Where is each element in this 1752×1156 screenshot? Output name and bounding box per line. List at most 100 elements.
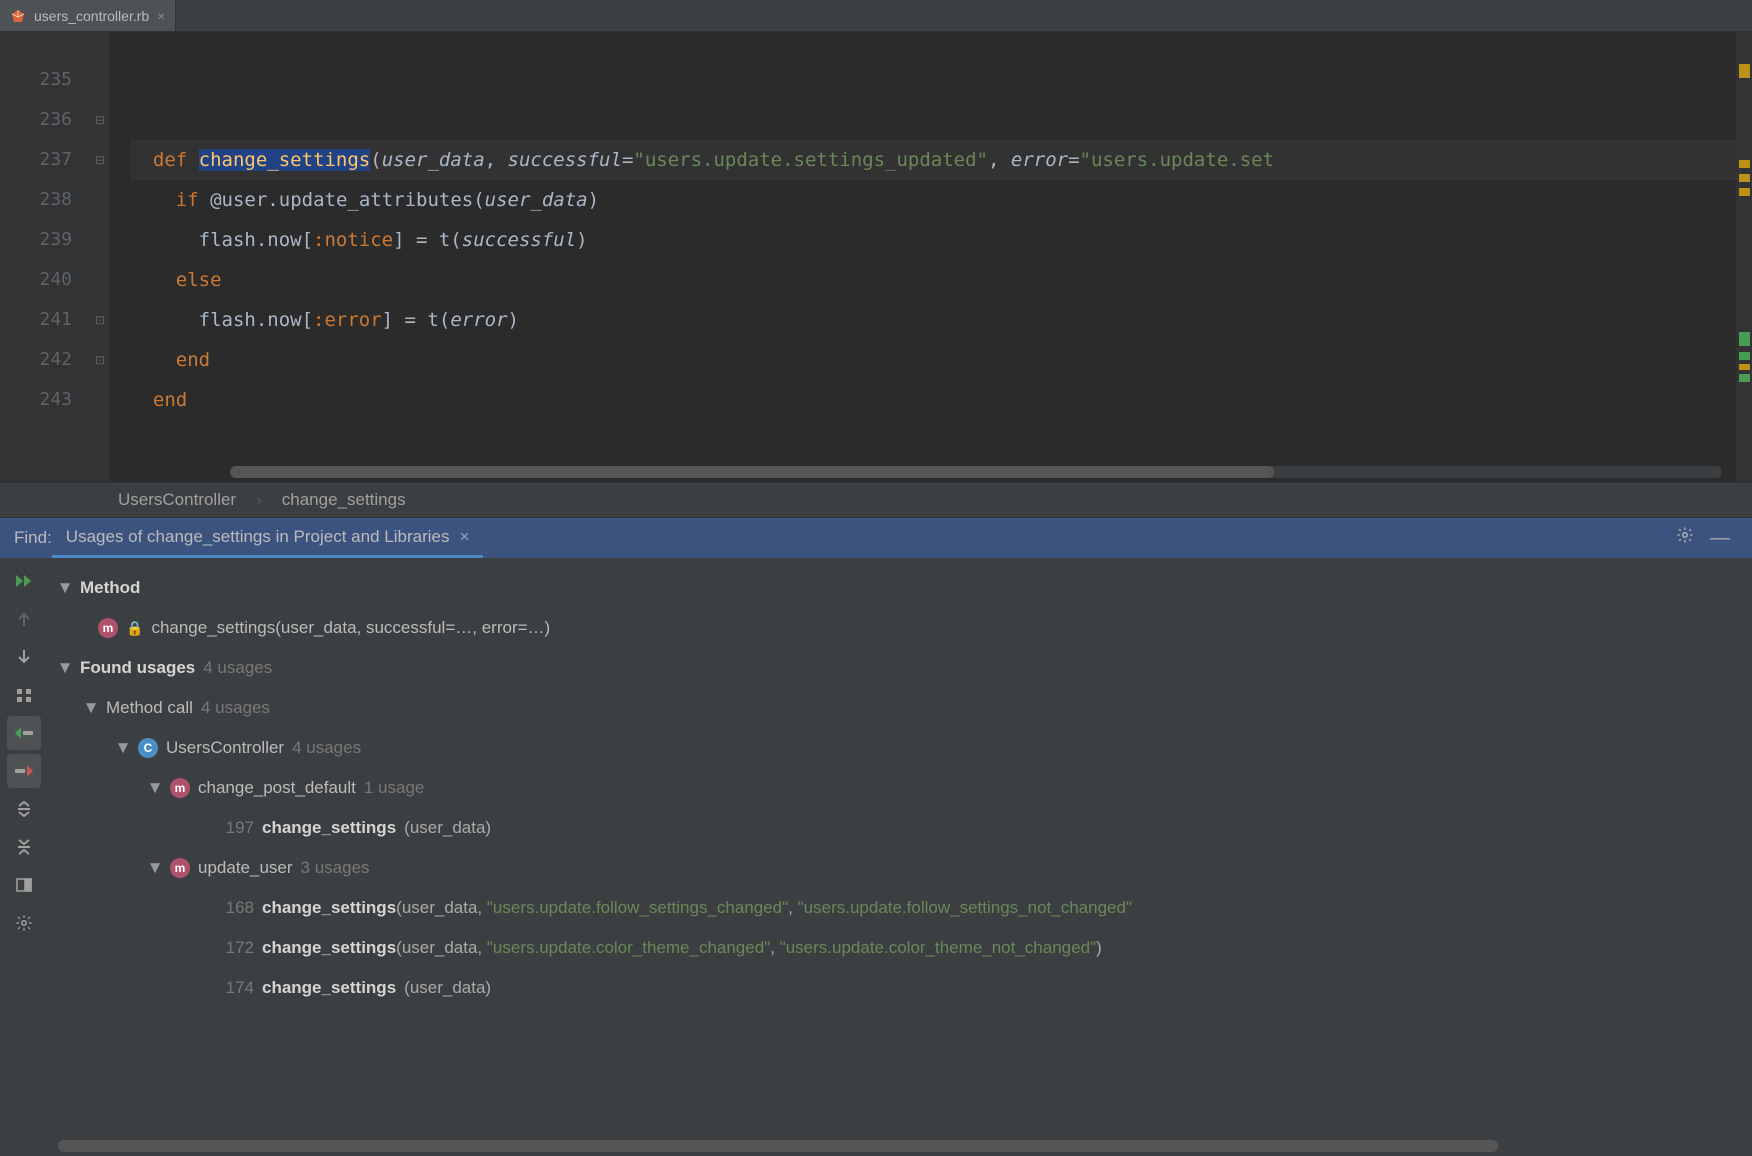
comma: ,	[485, 149, 508, 171]
kw-def: def	[153, 149, 199, 171]
chevron-down-icon[interactable]: ▼	[84, 688, 98, 728]
lock-icon: 🔒	[126, 608, 143, 648]
expand-all-button[interactable]	[7, 792, 41, 826]
warn-marker[interactable]	[1739, 64, 1750, 78]
usage-row[interactable]: 174 change_settings(user_data)	[58, 968, 1752, 1008]
ivar: @user	[210, 189, 267, 211]
fold-end-icon[interactable]: ⊡	[90, 300, 110, 340]
close-icon[interactable]: ×	[459, 527, 469, 547]
chevron-down-icon[interactable]: ▼	[116, 728, 130, 768]
tree-hscrollbar[interactable]	[48, 1140, 1742, 1152]
code-text: flash.now[	[199, 229, 313, 251]
ruby-file-icon	[10, 8, 26, 24]
prev-occurrence-button[interactable]	[7, 602, 41, 636]
controller-node[interactable]: UsersController	[166, 728, 284, 768]
rerun-button[interactable]	[7, 564, 41, 598]
chevron-right-icon: ›	[256, 490, 262, 510]
code-area[interactable]: def change_settings(user_data, successfu…	[110, 32, 1752, 482]
tree-method-header: Method	[80, 568, 140, 608]
usage-args: (user_data)	[404, 968, 491, 1008]
fold-open-icon[interactable]: ⊟	[90, 140, 110, 180]
tab-filename: users_controller.rb	[34, 8, 149, 24]
settings-button[interactable]	[7, 906, 41, 940]
line-gutter: 235 236 237 238 239 240 241 242 243	[0, 32, 90, 482]
gear-icon[interactable]	[1668, 526, 1702, 550]
editor-tab[interactable]: users_controller.rb ×	[0, 0, 176, 31]
fold-open-icon[interactable]: ⊟	[90, 100, 110, 140]
chevron-down-icon[interactable]: ▼	[58, 568, 72, 608]
chevron-down-icon[interactable]: ▼	[58, 648, 72, 688]
line-num: 241	[0, 300, 72, 340]
find-tab[interactable]: Usages of change_settings in Project and…	[52, 518, 484, 558]
method-signature[interactable]: change_settings(user_data, successful=…,…	[151, 608, 550, 648]
code-text: ] = t(	[382, 309, 451, 331]
minimize-icon[interactable]: —	[1702, 527, 1738, 550]
next-diff-button[interactable]	[7, 754, 41, 788]
line-number: 197	[214, 808, 254, 848]
code-editor[interactable]: 235 236 237 238 239 240 241 242 243 ⊟ ⊟ …	[0, 32, 1752, 482]
param: user_data	[382, 149, 485, 171]
param: successful	[508, 149, 622, 171]
line-num: 239	[0, 220, 72, 260]
usage-call: change_settings	[262, 938, 396, 957]
usage-count: 4 usages	[203, 648, 272, 688]
ok-marker[interactable]	[1739, 374, 1750, 382]
error-stripe[interactable]	[1736, 32, 1752, 482]
eq: =	[622, 149, 633, 171]
method-icon: m	[170, 858, 190, 878]
string: "users.update.color_theme_changed"	[487, 938, 770, 957]
method-node[interactable]: change_post_default	[198, 768, 356, 808]
string: "users.update.color_theme_not_changed"	[780, 938, 1096, 957]
usages-tree[interactable]: ▼ Method m 🔒 change_settings(user_data, …	[48, 558, 1752, 1156]
warn-marker[interactable]	[1739, 188, 1750, 196]
ok-marker[interactable]	[1739, 352, 1750, 360]
eq: =	[1068, 149, 1079, 171]
breadcrumb: UsersController › change_settings	[0, 482, 1752, 518]
fold-end-icon[interactable]: ⊡	[90, 340, 110, 380]
chevron-down-icon[interactable]: ▼	[148, 848, 162, 888]
chevron-down-icon[interactable]: ▼	[148, 768, 162, 808]
fold-column: ⊟ ⊟ ⊡ ⊡	[90, 32, 110, 482]
warn-marker[interactable]	[1739, 364, 1750, 370]
line-number: 174	[214, 968, 254, 1008]
preview-button[interactable]	[7, 868, 41, 902]
kw-else: else	[176, 269, 222, 291]
line-num: 242	[0, 340, 72, 380]
next-occurrence-button[interactable]	[7, 640, 41, 674]
code-text: ] = t(	[393, 229, 462, 251]
scrollbar-thumb[interactable]	[230, 466, 1274, 478]
usage-args: (user_data,	[396, 898, 487, 917]
comma: ,	[988, 149, 1011, 171]
group-button[interactable]	[7, 678, 41, 712]
find-tab-title: Usages of change_settings in Project and…	[66, 527, 450, 547]
method-call-node[interactable]: Method call	[106, 688, 193, 728]
usage-count: 3 usages	[301, 848, 370, 888]
class-icon: C	[138, 738, 158, 758]
usage-row[interactable]: 172 change_settings(user_data, "users.up…	[58, 928, 1752, 968]
scrollbar-thumb[interactable]	[58, 1140, 1498, 1152]
param: error	[1011, 149, 1068, 171]
usage-row[interactable]: 168 change_settings(user_data, "users.up…	[58, 888, 1752, 928]
usage-call: change_settings	[262, 968, 396, 1008]
collapse-all-button[interactable]	[7, 830, 41, 864]
warn-marker[interactable]	[1739, 174, 1750, 182]
param: successful	[462, 229, 576, 251]
breadcrumb-class[interactable]: UsersController	[118, 490, 236, 510]
string: "users.update.follow_settings_not_change…	[798, 898, 1132, 917]
close-tab-icon[interactable]: ×	[157, 8, 165, 24]
paren: )	[588, 189, 599, 211]
method-name: change_settings	[199, 149, 371, 171]
editor-hscrollbar[interactable]	[230, 466, 1722, 478]
ok-marker[interactable]	[1739, 332, 1750, 346]
method-call: update_attributes	[279, 189, 473, 211]
warn-marker[interactable]	[1739, 160, 1750, 168]
kw-if: if	[176, 189, 210, 211]
breadcrumb-method[interactable]: change_settings	[282, 490, 406, 510]
method-node[interactable]: update_user	[198, 848, 293, 888]
symbol: :error	[313, 309, 382, 331]
paren: (	[370, 149, 381, 171]
prev-diff-button[interactable]	[7, 716, 41, 750]
param: error	[450, 309, 507, 331]
paren: (	[473, 189, 484, 211]
usage-row[interactable]: 197 change_settings(user_data)	[58, 808, 1752, 848]
